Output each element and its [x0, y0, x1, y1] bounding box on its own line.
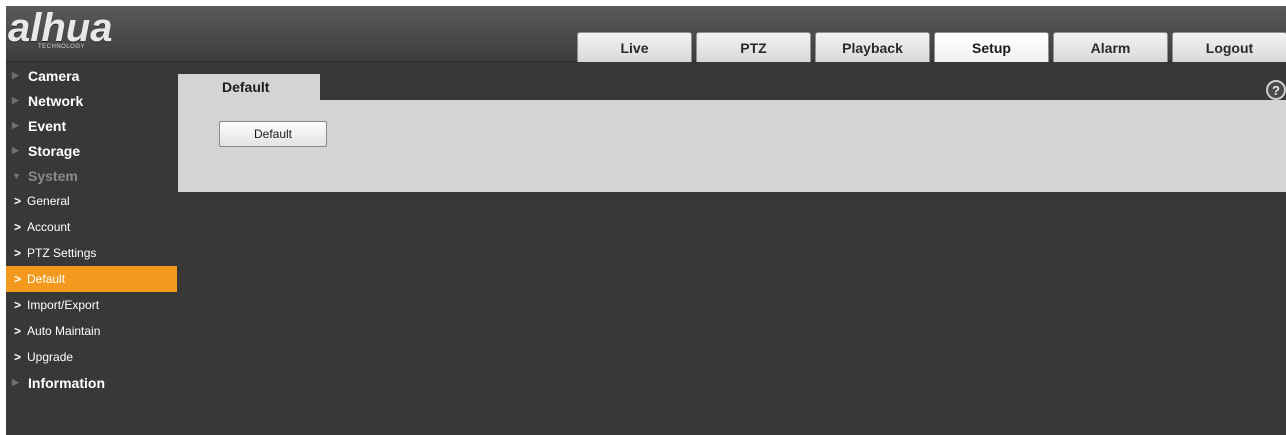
chevron-right-icon: > — [14, 298, 22, 312]
triangle-down-icon: ▼ — [12, 170, 21, 181]
sidebar-subitem-ptz-settings[interactable]: > PTZ Settings — [6, 240, 177, 266]
sidebar-subitem-general[interactable]: > General — [6, 188, 177, 214]
sidebar-subitem-default[interactable]: > Default — [6, 266, 177, 292]
sidebar-subitem-account[interactable]: > Account — [6, 214, 177, 240]
sidebar-item-label: Event — [28, 117, 67, 134]
default-button[interactable]: Default — [219, 121, 327, 147]
chevron-right-icon: > — [14, 324, 22, 338]
sidebar-subitem-upgrade[interactable]: > Upgrade — [6, 344, 177, 370]
sidebar-item-information[interactable]: ▶ Information — [6, 370, 177, 395]
top-nav-tabs: Live PTZ Playback Setup Alarm Logout — [577, 32, 1286, 62]
sidebar-item-camera[interactable]: ▶ Camera — [6, 63, 177, 88]
tab-playback[interactable]: Playback — [815, 32, 930, 62]
triangle-right-icon: ▶ — [12, 120, 19, 130]
logo-brand: alhua — [8, 6, 113, 50]
tab-live[interactable]: Live — [577, 32, 692, 62]
sidebar-subitem-import-export[interactable]: > Import/Export — [6, 292, 177, 318]
triangle-right-icon: ▶ — [12, 145, 19, 155]
tab-alarm[interactable]: Alarm — [1053, 32, 1168, 62]
sidebar-item-system[interactable]: ▼ System — [6, 163, 177, 188]
help-icon[interactable]: ? — [1266, 80, 1286, 100]
default-panel: Default — [178, 100, 1286, 192]
tab-setup[interactable]: Setup — [934, 32, 1049, 62]
sidebar-subitem-label: PTZ Settings — [27, 246, 97, 260]
chevron-right-icon: > — [14, 350, 22, 364]
tab-ptz[interactable]: PTZ — [696, 32, 811, 62]
dahua-logo: alhua TECHNOLOGY — [8, 6, 158, 60]
header: alhua TECHNOLOGY Live PTZ Playback Setup… — [6, 6, 1286, 62]
sidebar-subitem-label: Auto Maintain — [27, 324, 101, 338]
sidebar-subitem-label: General — [27, 194, 70, 208]
sidebar-item-storage[interactable]: ▶ Storage — [6, 138, 177, 163]
sidebar-subitem-auto-maintain[interactable]: > Auto Maintain — [6, 318, 177, 344]
sidebar-item-label: System — [28, 167, 78, 184]
sidebar-item-network[interactable]: ▶ Network — [6, 88, 177, 113]
logo-subtitle: TECHNOLOGY — [38, 44, 86, 50]
sidebar-subitem-label: Upgrade — [27, 350, 74, 364]
sidebar-subitem-label: Import/Export — [27, 298, 100, 312]
tab-logout[interactable]: Logout — [1172, 32, 1286, 62]
sidebar-item-label: Information — [28, 374, 105, 391]
triangle-right-icon: ▶ — [12, 70, 19, 80]
sidebar-item-label: Camera — [28, 67, 80, 84]
chevron-right-icon: > — [14, 246, 22, 260]
app-window: alhua TECHNOLOGY Live PTZ Playback Setup… — [6, 6, 1286, 435]
sidebar-item-label: Network — [28, 92, 84, 109]
sidebar: ▶ Camera ▶ Network ▶ Event ▶ Storage ▼ S… — [6, 63, 177, 435]
sidebar-subitem-label: Account — [27, 220, 71, 234]
sidebar-subitem-label: Default — [27, 272, 66, 286]
sidebar-item-event[interactable]: ▶ Event — [6, 113, 177, 138]
chevron-right-icon: > — [14, 220, 22, 234]
chevron-right-icon: > — [14, 194, 22, 208]
triangle-right-icon: ▶ — [12, 95, 19, 105]
main-content: Default ? Default — [177, 63, 1286, 435]
chevron-right-icon: > — [14, 272, 22, 286]
sidebar-item-label: Storage — [28, 142, 81, 159]
content-tab-default[interactable]: Default — [178, 74, 320, 100]
triangle-right-icon: ▶ — [12, 377, 19, 387]
